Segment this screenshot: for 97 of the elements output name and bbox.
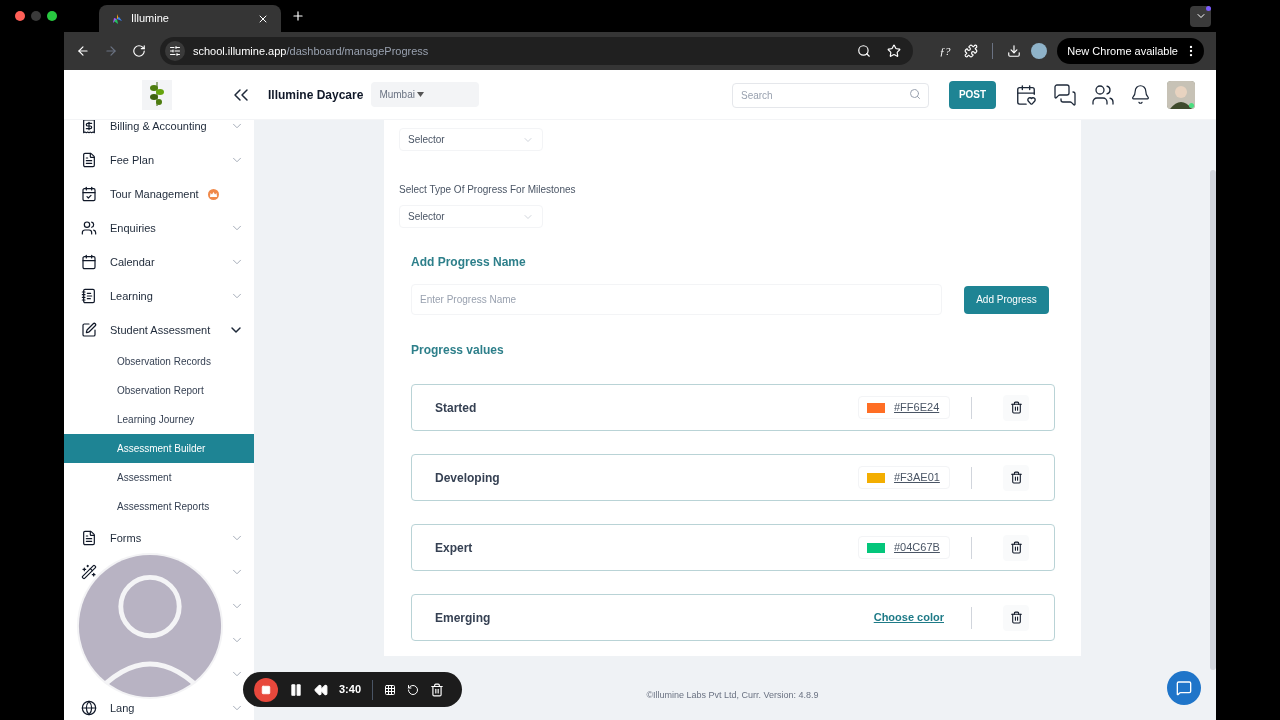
browser-tab[interactable]: Illumine bbox=[99, 5, 281, 32]
edit-icon bbox=[81, 322, 97, 338]
trash-icon bbox=[1009, 611, 1023, 624]
color-chip[interactable]: #04C67B bbox=[858, 536, 950, 559]
recording-time: 3:40 bbox=[339, 682, 362, 698]
tab-title: Illumine bbox=[131, 11, 170, 27]
progress-name: Started bbox=[435, 399, 478, 417]
rewind-icon[interactable] bbox=[314, 682, 328, 697]
delete-button[interactable] bbox=[1003, 604, 1029, 631]
app-logo-icon bbox=[111, 12, 123, 25]
submenu-item[interactable]: Assessment bbox=[64, 463, 254, 492]
document-icon bbox=[81, 530, 97, 546]
stop-icon bbox=[261, 684, 271, 695]
reload-icon[interactable] bbox=[131, 44, 146, 58]
submenu-item[interactable]: Assessment Builder bbox=[64, 434, 254, 463]
chat-icon bbox=[1176, 680, 1192, 696]
selector-dropdown[interactable]: Selector bbox=[399, 205, 543, 228]
location-dropdown[interactable]: Mumbai bbox=[371, 82, 480, 107]
submenu-item[interactable]: Assessment Reports bbox=[64, 492, 254, 521]
profile-avatar[interactable] bbox=[1031, 43, 1048, 59]
field-label: Select Type Of Progress For Milestones bbox=[399, 183, 577, 197]
chat-button[interactable] bbox=[1167, 671, 1201, 705]
sidebar-item[interactable]: Enquiries bbox=[110, 219, 156, 237]
submenu-item[interactable]: Observation Records bbox=[64, 347, 254, 376]
wand-icon bbox=[81, 564, 97, 580]
color-chip[interactable]: #FF6E24 bbox=[858, 396, 950, 419]
submenu-item[interactable]: Learning Journey bbox=[64, 405, 254, 434]
close-window-icon[interactable] bbox=[15, 11, 25, 21]
color-hex-link[interactable]: #F3AE01 bbox=[894, 469, 940, 486]
stop-recording-button[interactable] bbox=[254, 677, 278, 702]
sidebar-item[interactable]: Billing & Accounting bbox=[110, 120, 207, 135]
calendar-check-icon bbox=[81, 186, 97, 202]
section-heading: Progress values bbox=[411, 342, 505, 359]
forward-icon[interactable] bbox=[103, 44, 118, 58]
calendar-heart-icon[interactable] bbox=[1015, 83, 1037, 106]
footer-text: ©Illumine Labs Pvt Ltd, Curr. Version: 4.8.9 bbox=[646, 689, 819, 702]
people-icon[interactable] bbox=[1091, 82, 1115, 107]
crown-badge-icon bbox=[207, 188, 219, 200]
trash-icon bbox=[1009, 401, 1023, 414]
progress-name: Emerging bbox=[435, 609, 492, 627]
globe-icon bbox=[81, 700, 97, 716]
avatar-icon bbox=[76, 552, 224, 700]
download-icon[interactable] bbox=[1007, 44, 1022, 58]
delete-button[interactable] bbox=[1003, 464, 1029, 491]
sidebar-item[interactable]: Tour Management bbox=[110, 185, 199, 203]
sidebar-item[interactable]: Fee Plan bbox=[110, 151, 155, 169]
school-name: Illumine Daycare bbox=[268, 86, 364, 104]
delete-recording-icon[interactable] bbox=[430, 682, 445, 697]
section-heading: Add Progress Name bbox=[411, 254, 527, 271]
color-chip[interactable]: #F3AE01 bbox=[858, 466, 950, 489]
progress-name: Expert bbox=[435, 539, 474, 557]
color-hex-link[interactable]: #04C67B bbox=[894, 539, 940, 556]
add-progress-button[interactable]: Add Progress bbox=[964, 285, 1049, 314]
function-icon[interactable]: ƒ? bbox=[939, 42, 951, 60]
notebook-icon bbox=[81, 288, 97, 304]
bookmark-star-icon[interactable] bbox=[887, 44, 902, 58]
delete-button[interactable] bbox=[1003, 394, 1029, 421]
pause-icon[interactable] bbox=[289, 682, 303, 697]
tab-search-button[interactable] bbox=[1190, 5, 1211, 27]
submenu-item[interactable]: Observation Report bbox=[64, 376, 254, 405]
new-tab-icon[interactable] bbox=[291, 9, 305, 23]
school-logo bbox=[142, 79, 172, 110]
sidebar-item[interactable]: Calendar bbox=[110, 253, 155, 271]
trash-icon bbox=[1009, 471, 1023, 484]
sidebar-item[interactable]: Student Assessment bbox=[110, 321, 211, 339]
search-icon bbox=[909, 88, 921, 100]
address-bar[interactable]: school.illumine.app/dashboard/manageProgress bbox=[159, 37, 914, 65]
calendar-icon bbox=[81, 254, 97, 270]
document-icon bbox=[81, 152, 97, 168]
choose-color-link[interactable]: Choose color bbox=[873, 609, 944, 626]
restart-icon[interactable] bbox=[407, 683, 420, 696]
grid-icon[interactable] bbox=[384, 683, 397, 696]
trash-icon bbox=[1009, 541, 1023, 554]
chat-icon[interactable] bbox=[1053, 82, 1077, 107]
zoom-icon[interactable] bbox=[857, 44, 872, 58]
site-info-icon[interactable] bbox=[168, 45, 181, 57]
sidebar-item[interactable]: Learning bbox=[110, 287, 153, 305]
post-button[interactable]: POST bbox=[949, 80, 996, 109]
color-hex-link[interactable]: #FF6E24 bbox=[894, 399, 940, 416]
update-chrome-button[interactable]: New Chrome available bbox=[1057, 38, 1204, 64]
progress-name: Developing bbox=[435, 469, 501, 487]
maximize-window-icon[interactable] bbox=[47, 11, 57, 21]
delete-button[interactable] bbox=[1003, 534, 1029, 561]
sidebar-item[interactable]: Forms bbox=[110, 529, 142, 547]
selector-dropdown[interactable]: Selector bbox=[399, 128, 543, 151]
sidebar-item[interactable]: Lang bbox=[110, 699, 135, 717]
search-field[interactable]: Search bbox=[732, 83, 929, 108]
progress-name-field[interactable]: Enter Progress Name bbox=[411, 284, 942, 315]
back-icon[interactable] bbox=[76, 44, 90, 58]
receipt-icon bbox=[81, 120, 97, 134]
scrollbar[interactable] bbox=[1210, 170, 1216, 670]
caret-icon bbox=[416, 92, 424, 97]
people-icon bbox=[81, 220, 97, 236]
user-avatar[interactable] bbox=[1167, 80, 1195, 109]
notification-bell-icon[interactable] bbox=[1130, 84, 1151, 105]
url-text: school.illumine.app/dashboard/manageProgress bbox=[192, 43, 429, 59]
extensions-icon[interactable] bbox=[964, 44, 979, 58]
